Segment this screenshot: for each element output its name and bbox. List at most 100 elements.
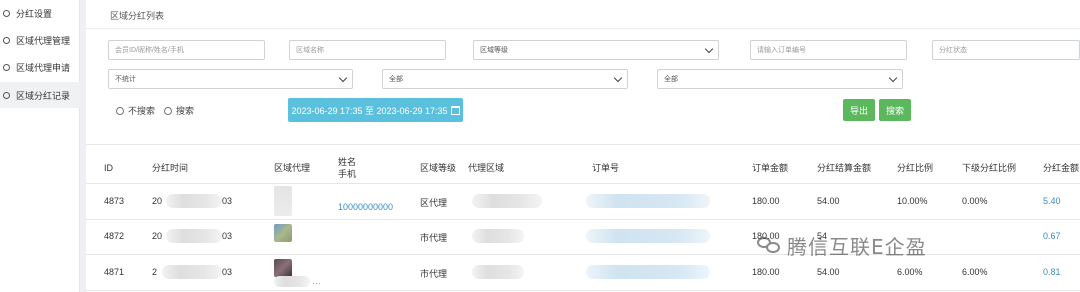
- row-divider: [86, 219, 1080, 220]
- sidebar-item-bonus-settings[interactable]: 分红设置: [0, 0, 80, 26]
- col-header-bonus: 分红金额: [1043, 163, 1080, 173]
- bonus-status-value: 分红状态: [939, 47, 967, 54]
- bonus-status-select[interactable]: 分红状态: [932, 40, 1080, 60]
- region-level-select[interactable]: 区域等级: [473, 40, 719, 60]
- col-header-time: 分红时间: [152, 163, 189, 173]
- main-panel: 区域分红列表 会员ID/昵称/姓名/手机 区域名称 区域等级 请输入订单编号 分…: [86, 0, 1080, 292]
- col-header-ratio: 分红比例: [897, 163, 934, 173]
- radio-no-search-label: 不搜索: [128, 106, 156, 116]
- cell-ratio: 10.00%: [897, 196, 928, 206]
- date-range-text: 2023-06-29 17:35 至 2023-06-29 17:35: [291, 105, 448, 116]
- redacted-region: [472, 194, 542, 208]
- cell-id: 4873: [104, 196, 125, 206]
- cell-bonus[interactable]: 0.67: [1043, 231, 1061, 241]
- radio-search-label: 搜索: [176, 106, 195, 116]
- circle-icon: [3, 91, 10, 99]
- redacted-order[interactable]: [586, 194, 710, 208]
- sidebar-item-agent-application[interactable]: 区域代理申请: [0, 54, 80, 80]
- avatar: [274, 186, 292, 216]
- sidebar-item-label: 区域分红记录: [16, 90, 71, 101]
- cell-time-start: 2: [152, 267, 158, 277]
- col-header-level: 区域等级: [420, 163, 457, 173]
- circle-icon: [3, 63, 10, 71]
- circle-icon: [3, 36, 10, 44]
- filter-select-3[interactable]: 全部: [657, 69, 903, 89]
- cell-phone[interactable]: 10000000000: [338, 202, 393, 212]
- member-search-placeholder: 会员ID/昵称/姓名/手机: [115, 47, 184, 54]
- cell-agent-suffix: …: [312, 276, 321, 286]
- region-name-input[interactable]: 区域名称: [289, 40, 446, 60]
- row-divider: [86, 290, 1080, 291]
- cell-time-end: 03: [222, 267, 233, 277]
- col-header-settle: 分红结算金额: [817, 163, 872, 173]
- cell-sub-ratio: 6.00%: [962, 267, 988, 277]
- divider: [86, 28, 1080, 29]
- order-number-placeholder: 请输入订单编号: [757, 47, 806, 54]
- cell-id: 4871: [104, 267, 125, 277]
- col-header-phone-label: 手机: [338, 169, 357, 179]
- row-divider: [86, 183, 1080, 184]
- region-name-placeholder: 区域名称: [296, 47, 324, 54]
- cell-amount: 180.00: [752, 267, 780, 277]
- cell-sub-ratio: 0.00%: [962, 196, 988, 206]
- redacted-time: [166, 194, 222, 208]
- cell-ratio: 6.00%: [897, 267, 923, 277]
- cell-level: 区代理: [420, 198, 448, 208]
- redacted-order[interactable]: [586, 229, 710, 243]
- chevron-down-icon: [704, 44, 714, 53]
- chevron-down-icon: [338, 73, 348, 82]
- col-header-agent: 区域代理: [274, 163, 311, 173]
- filter-select-3-value: 全部: [664, 76, 678, 83]
- cell-time-start: 20: [152, 231, 163, 241]
- export-button[interactable]: 导出: [843, 99, 875, 121]
- member-search-input[interactable]: 会员ID/昵称/姓名/手机: [108, 40, 265, 60]
- redacted-time: [166, 229, 222, 243]
- order-number-input[interactable]: 请输入订单编号: [750, 40, 907, 60]
- statistics-value: 不统计: [115, 76, 136, 83]
- redacted-time: [162, 265, 222, 279]
- cell-level: 市代理: [420, 269, 448, 279]
- circle-icon: [3, 9, 10, 17]
- sidebar-item-label: 区域代理申请: [16, 62, 71, 73]
- avatar: [274, 259, 292, 277]
- sidebar-item-label: 区域代理管理: [16, 35, 71, 46]
- cell-amount: 180.00: [752, 196, 780, 206]
- page-title: 区域分红列表: [110, 11, 165, 21]
- col-header-name: 姓名 手机: [338, 156, 356, 180]
- watermark-text: 腾信互联E企盈: [787, 234, 927, 259]
- search-button[interactable]: 搜索: [879, 99, 911, 121]
- cell-time-end: 03: [222, 196, 233, 206]
- radio-no-search[interactable]: [116, 106, 124, 115]
- filter-select-2[interactable]: 全部: [382, 69, 628, 89]
- cell-bonus[interactable]: 0.81: [1043, 267, 1061, 277]
- table-top-border: [86, 144, 1080, 145]
- col-header-name-label: 姓名: [338, 157, 357, 167]
- filter-select-2-value: 全部: [389, 76, 403, 83]
- cell-settle: 54.00: [817, 267, 840, 277]
- col-header-amount: 订单金额: [752, 163, 789, 173]
- cell-settle: 54.00: [817, 196, 840, 206]
- cell-level: 市代理: [420, 233, 448, 243]
- sidebar-item-label: 分红设置: [16, 8, 53, 19]
- statistics-select[interactable]: 不统计: [108, 69, 353, 89]
- row-divider: [86, 254, 1080, 255]
- redacted-region: [472, 229, 524, 243]
- redacted-agent-name: [274, 276, 310, 287]
- radio-search[interactable]: [164, 106, 173, 115]
- redacted-order[interactable]: [586, 265, 710, 279]
- cell-bonus[interactable]: 5.40: [1043, 196, 1061, 206]
- col-header-order: 订单号: [592, 163, 620, 173]
- col-header-region: 代理区域: [468, 163, 505, 173]
- search-mode-radios: 不搜索 搜索: [116, 104, 203, 117]
- chevron-down-icon: [613, 73, 623, 82]
- redacted-region: [472, 265, 524, 279]
- region-level-value: 区域等级: [480, 47, 508, 54]
- wechat-icon: [757, 235, 783, 255]
- calendar-icon: [450, 105, 460, 115]
- sidebar: 分红设置 区域代理管理 区域代理申请 区域分红记录: [0, 0, 80, 292]
- date-range-picker[interactable]: 2023-06-29 17:35 至 2023-06-29 17:35: [288, 98, 463, 122]
- col-header-id: ID: [104, 163, 113, 173]
- sidebar-item-agent-management[interactable]: 区域代理管理: [0, 27, 80, 53]
- sidebar-item-bonus-records[interactable]: 区域分红记录: [0, 82, 80, 108]
- watermark: 腾信互联E企盈: [757, 232, 927, 259]
